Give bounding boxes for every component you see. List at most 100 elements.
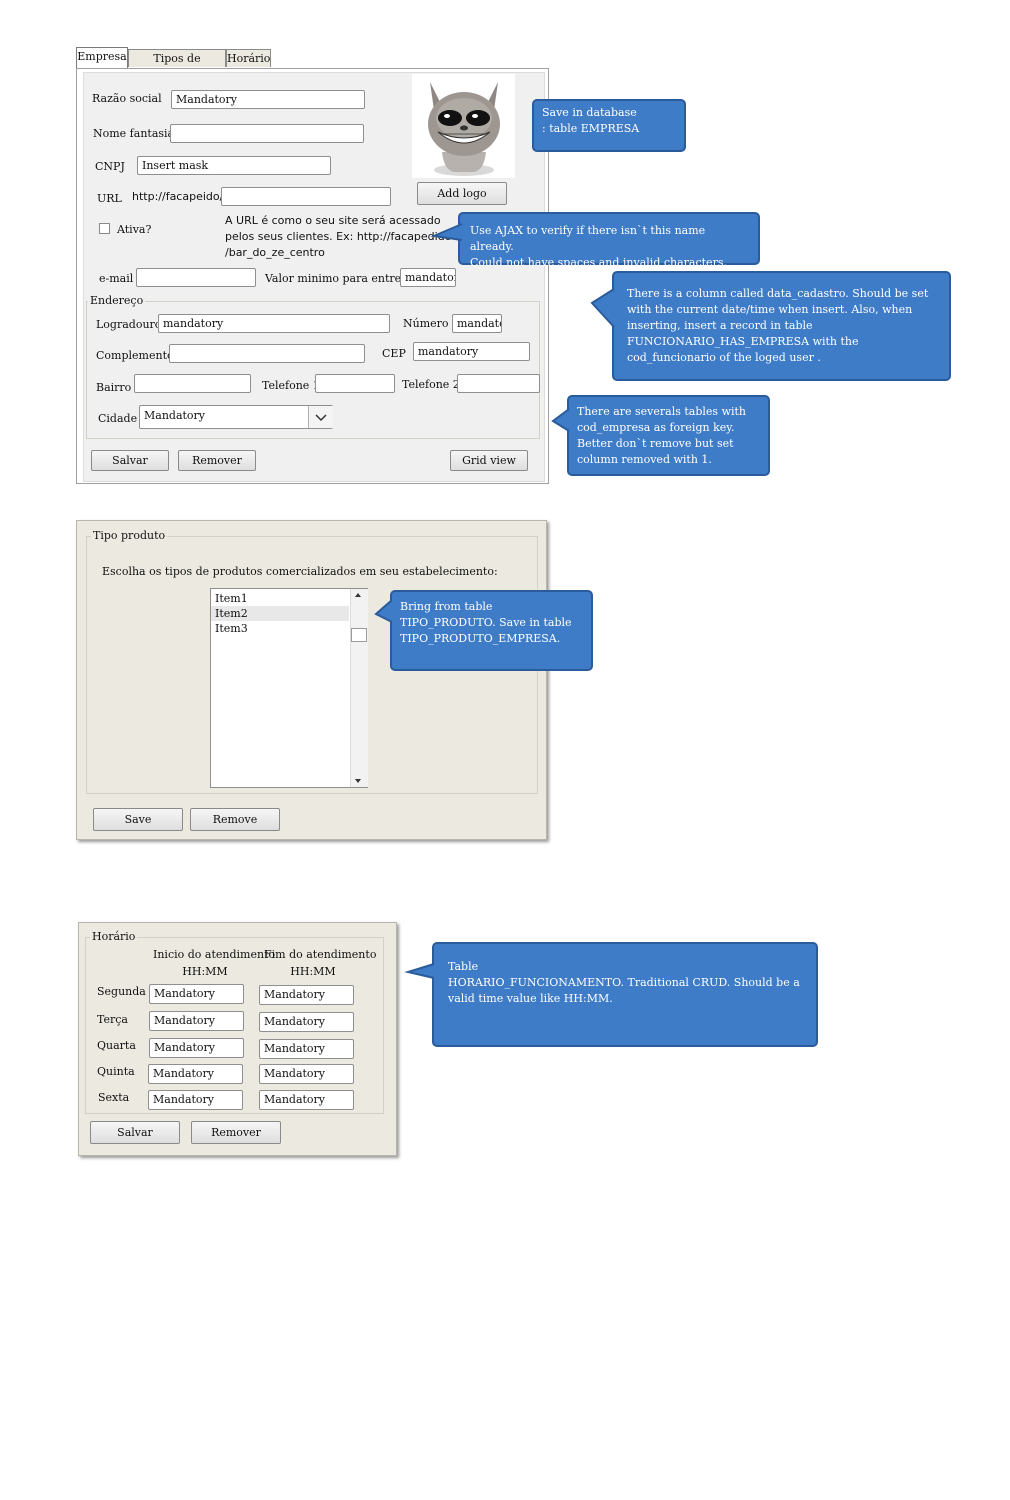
razao-social-label: Razão social	[92, 92, 162, 105]
cnpj-input[interactable]: Insert mask	[137, 156, 331, 175]
nome-fantasia-label: Nome fantasia	[93, 127, 175, 140]
chevron-down-icon[interactable]	[308, 406, 333, 428]
url-label: URL	[97, 192, 122, 205]
segunda-fim-input[interactable]: Mandatory	[259, 985, 354, 1005]
sexta-fim-input[interactable]: Mandatory	[259, 1090, 354, 1110]
tab-horario[interactable]: Horário	[226, 49, 271, 67]
callout-save-empresa: Save in database : table EMPRESA	[532, 99, 686, 152]
logradouro-input[interactable]: mandatory	[158, 314, 390, 333]
tab-tipos-de-produtos[interactable]: Tipos de produtos	[128, 49, 226, 83]
bairro-label: Bairro	[96, 381, 132, 394]
fim-header-line-1: Fim do atendimento	[264, 948, 377, 961]
callout-horario-line-2: HORARIO_FUNCIONAMENTO. Traditional CRUD.…	[448, 976, 800, 989]
inicio-header: Inicio do atendimento HH:MM	[153, 946, 276, 980]
callout-tipo-line-3: TIPO_PRODUTO_EMPRESA.	[400, 632, 561, 645]
callout-ajax-line-2: Could not have spaces and invalid charac…	[470, 256, 727, 269]
callout-data-cadastro-line-4: FUNCIONARIO_HAS_EMPRESA with the	[627, 335, 859, 348]
callout-tipo-produto: Bring from table TIPO_PRODUTO. Save in t…	[374, 590, 593, 671]
remove-button[interactable]: Remove	[190, 808, 280, 831]
add-logo-button[interactable]: Add logo	[417, 182, 507, 205]
razao-social-input[interactable]: Mandatory	[171, 90, 365, 109]
cidade-select-value: Mandatory	[144, 409, 206, 422]
url-help-line-3: /bar_do_ze_centro	[225, 246, 325, 259]
url-input[interactable]	[221, 187, 391, 206]
logo-image	[412, 74, 515, 178]
salvar-button[interactable]: Salvar	[91, 450, 169, 471]
horario-salvar-button[interactable]: Salvar	[90, 1121, 180, 1144]
bairro-input[interactable]	[134, 374, 251, 393]
day-label-terca: Terça	[97, 1013, 128, 1026]
fim-header: Fim do atendimento HH:MM	[264, 946, 377, 980]
terca-fim-input[interactable]: Mandatory	[259, 1012, 354, 1032]
cidade-label: Cidade	[98, 412, 138, 425]
scroll-down-arrow-icon[interactable]	[355, 779, 361, 783]
inicio-header-line-1: Inicio do atendimento	[153, 948, 276, 961]
callout-data-cadastro-line-3: inserting, insert a record in table	[627, 319, 813, 332]
remover-button[interactable]: Remover	[178, 450, 256, 471]
callout-tipo-line-2: TIPO_PRODUTO. Save in table	[400, 616, 572, 629]
complemento-label: Complemento	[96, 349, 174, 362]
quinta-fim-input[interactable]: Mandatory	[259, 1064, 354, 1084]
quarta-fim-input[interactable]: Mandatory	[259, 1039, 354, 1059]
cep-input[interactable]: mandatory	[413, 342, 530, 361]
horario-remover-button[interactable]: Remover	[191, 1121, 281, 1144]
numero-input[interactable]: mandatory	[452, 314, 502, 333]
horario-label: Horário	[90, 930, 138, 943]
sexta-inicio-input[interactable]: Mandatory	[148, 1090, 243, 1110]
cidade-select[interactable]: Mandatory	[139, 405, 333, 429]
ativa-label: Ativa?	[117, 223, 152, 236]
callout-horario-line-1: Table	[448, 960, 479, 973]
callout-ajax-line-1: Use AJAX to verify if there isn`t this n…	[470, 224, 706, 253]
valor-minimo-label: Valor minimo para entrega	[265, 272, 415, 285]
url-prefix: http://facapeido/	[132, 190, 224, 203]
telefone1-input[interactable]	[315, 374, 395, 393]
list-item[interactable]: Item1	[215, 591, 349, 606]
callout-save-empresa-line-2: : table EMPRESA	[542, 122, 640, 135]
complemento-input[interactable]	[169, 344, 365, 363]
endereco-label: Endereço	[88, 294, 146, 307]
day-label-segunda: Segunda	[97, 985, 146, 998]
callout-removed-line-2: cod_empresa as foreign key.	[577, 421, 735, 434]
fim-header-line-2: HH:MM	[290, 965, 336, 978]
tipo-produto-label: Tipo produto	[91, 529, 168, 542]
nome-fantasia-input[interactable]	[170, 124, 364, 143]
day-label-quarta: Quarta	[97, 1039, 136, 1052]
telefone2-label: Telefone 2	[402, 378, 460, 391]
email-label: e-mail	[99, 272, 134, 285]
list-item[interactable]: Item2	[215, 606, 349, 621]
email-input[interactable]	[136, 268, 256, 287]
terca-inicio-input[interactable]: Mandatory	[149, 1011, 244, 1031]
list-item[interactable]: Item3	[215, 621, 349, 636]
grid-view-button[interactable]: Grid view	[450, 450, 528, 471]
callout-tipo-line-1: Bring from table	[400, 600, 493, 613]
listbox-scrollbar[interactable]	[350, 589, 368, 787]
tipo-produto-listbox[interactable]: Item1 Item2 Item3	[210, 588, 368, 788]
callout-removed-line-3: Better don`t remove but set	[577, 437, 734, 450]
scroll-up-arrow-icon[interactable]	[355, 593, 361, 597]
save-button[interactable]: Save	[93, 808, 183, 831]
tab-empresa[interactable]: Empresa	[76, 47, 128, 69]
callout-ajax-url: Use AJAX to verify if there isn`t this n…	[430, 212, 760, 269]
scrollbar-thumb[interactable]	[351, 628, 367, 642]
day-label-quinta: Quinta	[97, 1065, 135, 1078]
logradouro-label: Logradouro	[96, 318, 162, 331]
quarta-inicio-input[interactable]: Mandatory	[149, 1038, 244, 1058]
callout-horario-line-3: valid time value like HH:MM.	[448, 992, 613, 1005]
callout-data-cadastro-line-5: cod_funcionario of the loged user .	[627, 351, 821, 364]
callout-data-cadastro-line-2: with the current date/time when insert. …	[627, 303, 913, 316]
url-help-text: A URL é como o seu site será acessado pe…	[225, 213, 451, 261]
valor-minimo-input[interactable]: mandatory	[400, 268, 456, 287]
inicio-header-line-2: HH:MM	[182, 965, 228, 978]
callout-removed-flag: There are severals tables with cod_empre…	[551, 395, 770, 476]
callout-removed-line-4: column removed with 1.	[577, 453, 712, 466]
telefone2-input[interactable]	[457, 374, 540, 393]
segunda-inicio-input[interactable]: Mandatory	[149, 984, 244, 1004]
callout-save-empresa-line-1: Save in database	[542, 106, 637, 119]
ativa-checkbox[interactable]	[99, 223, 110, 234]
quinta-inicio-input[interactable]: Mandatory	[148, 1064, 243, 1084]
callout-removed-line-1: There are severals tables with	[577, 405, 747, 418]
cnpj-label: CNPJ	[95, 160, 125, 173]
callout-data-cadastro-line-1: There is a column called data_cadastro. …	[627, 287, 929, 300]
url-help-line-2: pelos seus clientes. Ex: http://facapedi…	[225, 230, 452, 243]
telefone1-label: Telefone 1	[262, 379, 320, 392]
